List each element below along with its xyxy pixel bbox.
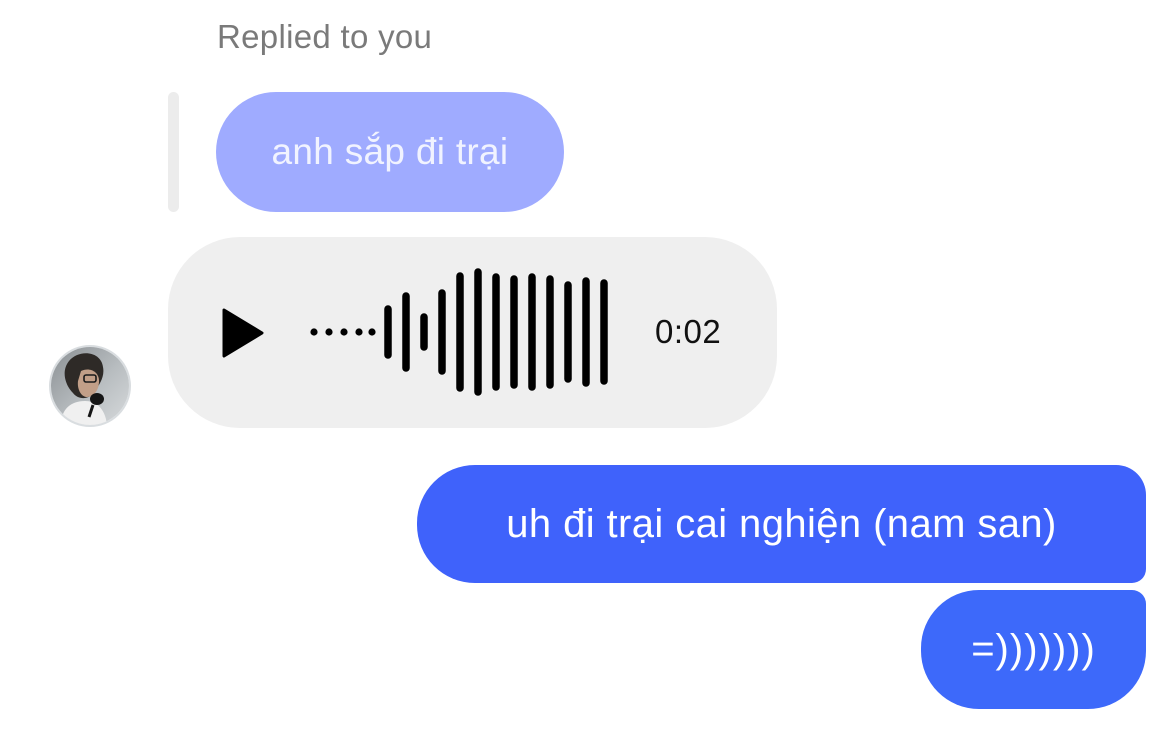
sent-message-text-2: =))))))) [971,627,1096,671]
play-icon[interactable] [220,308,264,358]
voice-waveform [310,268,608,396]
avatar-photo [51,347,129,425]
voice-duration: 0:02 [655,313,722,350]
quoted-message-bubble[interactable]: anh sắp đi trại [216,92,564,212]
reply-label: Replied to you [217,18,433,55]
reply-indicator-bar [168,92,179,212]
sent-message-bubble[interactable]: uh đi trại cai nghiện (nam san) [417,465,1146,583]
sent-message-bubble-2[interactable]: =))))))) [921,590,1146,709]
sent-message-text: uh đi trại cai nghiện (nam san) [506,501,1057,546]
voice-message-bubble[interactable]: 0:02 [168,237,777,428]
quoted-message-text: anh sắp đi trại [271,131,509,172]
avatar[interactable] [49,345,131,427]
